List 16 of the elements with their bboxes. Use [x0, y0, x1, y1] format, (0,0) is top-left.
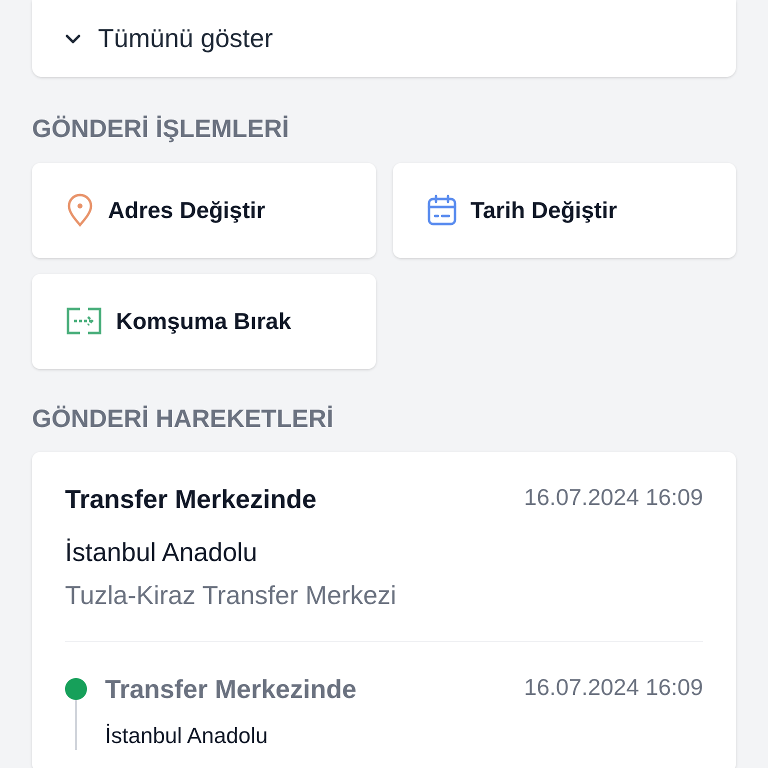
movement-title: Transfer Merkezinde: [65, 483, 316, 516]
map-pin-icon: [66, 193, 94, 227]
show-all-button[interactable]: Tümünü göster: [64, 19, 273, 58]
section-heading: GÖNDERİ HAREKETLERİ: [32, 404, 334, 434]
movement-city: İstanbul Anadolu: [65, 536, 258, 569]
movement-location: Tuzla-Kiraz Transfer Merkezi: [65, 579, 398, 612]
movement-date: 16.07.2024 16:09: [524, 483, 703, 512]
action-button[interactable]: Tarih Değiştir: [392, 162, 736, 258]
movement-title: Transfer Merkezinde: [105, 673, 356, 706]
movement-date: 16.07.2024 16:09: [524, 673, 703, 702]
calendar-icon: [426, 194, 456, 226]
action-button[interactable]: Komşuma Bırak: [32, 274, 376, 368]
transfer-icon: [66, 307, 102, 335]
action-button[interactable]: Adres Değiştir: [32, 162, 376, 258]
section-heading: GÖNDERİ İŞLEMLERİ: [32, 114, 290, 145]
movement-city: İstanbul Anadolu: [105, 722, 269, 750]
